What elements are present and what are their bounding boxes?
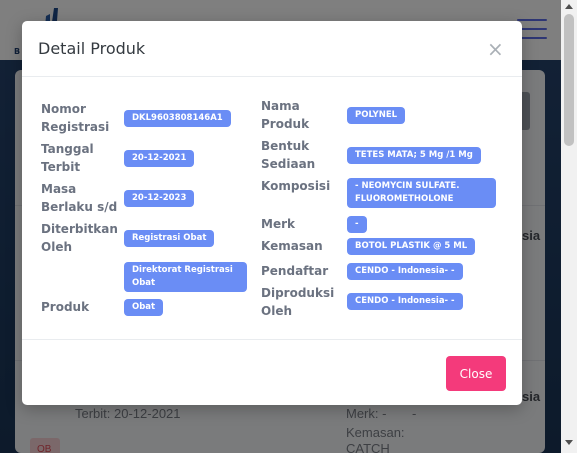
page-scrollbar[interactable] [561, 0, 577, 453]
label-produk: Produk [41, 300, 90, 314]
label-nomor-registrasi: Nomor Registrasi [41, 102, 110, 134]
label-nama-produk: Nama Produk [261, 99, 310, 131]
product-detail-modal: Detail Produk × Nomor Registrasi DKL9603… [22, 21, 522, 405]
value-tanggal-terbit: 20-12-2021 [124, 150, 195, 167]
modal-header: Detail Produk × [22, 21, 522, 77]
value-merk: - [347, 216, 367, 233]
value-diproduksi-oleh: CENDO - Indonesia- - [347, 293, 463, 310]
modal-title: Detail Produk [38, 39, 146, 58]
value-pendaftar: CENDO - Indonesia- - [347, 263, 463, 280]
value-direktorat: Direktorat Registrasi Obat [124, 262, 247, 292]
value-diterbitkan-oleh: Registrasi Obat [124, 230, 215, 247]
value-komposisi: - NEOMYCIN SULFATE. FLUOROMETHOLONE [347, 178, 496, 208]
value-kemasan: BOTOL PLASTIK @ 5 ML [347, 238, 476, 255]
label-tanggal-terbit: Tanggal Terbit [41, 142, 94, 174]
value-bentuk-sediaan: TETES MATA; 5 Mg /1 Mg [347, 147, 481, 164]
label-pendaftar: Pendaftar [261, 264, 329, 278]
label-masa-berlaku: Masa Berlaku s/d [41, 182, 118, 214]
label-diproduksi-oleh: Diproduksi Oleh [261, 286, 335, 318]
scroll-down-arrow-icon[interactable] [565, 440, 573, 445]
modal-footer: Close [22, 339, 522, 405]
label-diterbitkan-oleh: Diterbitkan Oleh [41, 222, 118, 254]
scrollbar-thumb[interactable] [564, 14, 574, 146]
label-komposisi: Komposisi [261, 179, 331, 193]
label-bentuk-sediaan: Bentuk Sediaan [261, 139, 316, 171]
close-button[interactable]: Close [446, 356, 506, 391]
value-nomor-registrasi: DKL9603808146A1 [124, 110, 231, 127]
value-produk: Obat [124, 299, 164, 316]
label-merk: Merk [261, 217, 295, 231]
label-kemasan: Kemasan [261, 239, 323, 253]
scroll-up-arrow-icon[interactable] [565, 4, 573, 9]
value-masa-berlaku: 20-12-2023 [124, 190, 195, 207]
value-nama-produk: POLYNEL [347, 107, 406, 124]
close-icon[interactable]: × [487, 39, 504, 59]
